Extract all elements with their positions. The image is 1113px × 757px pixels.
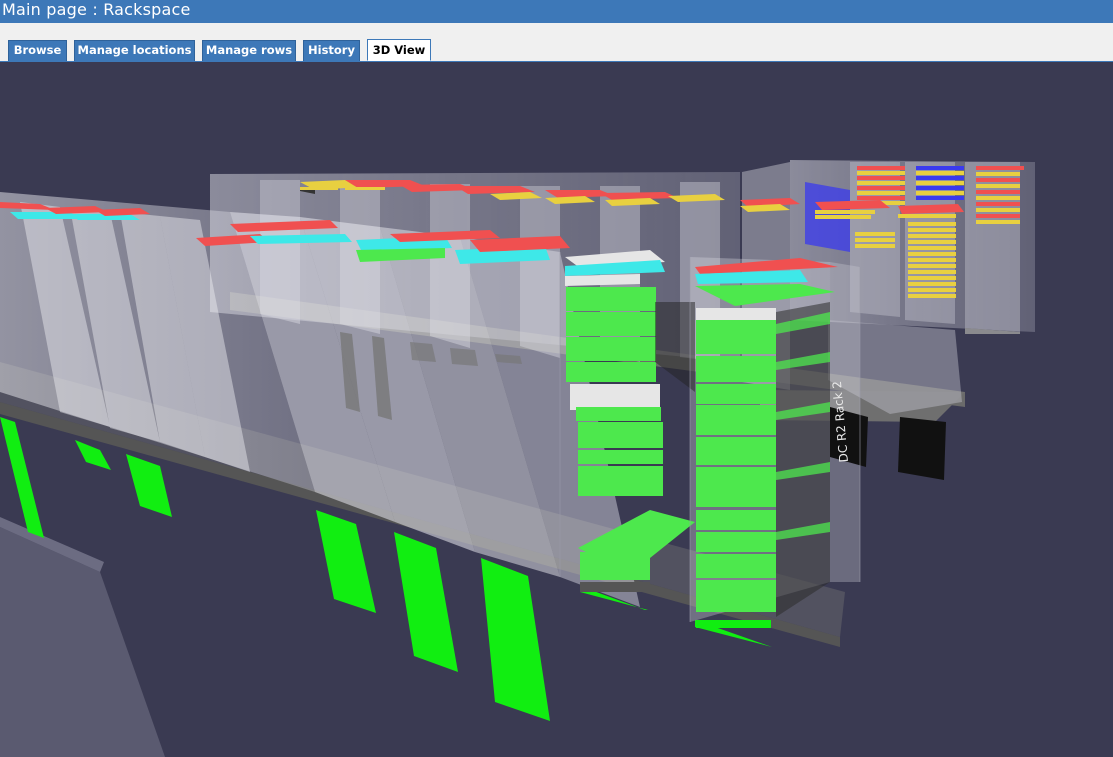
tab-3d-view[interactable]: 3D View <box>367 39 431 61</box>
tab-history[interactable]: History <box>303 40 360 61</box>
3d-scene[interactable]: DC R2 Rack 2 <box>0 62 1113 757</box>
3d-rack-viewport[interactable]: DC R2 Rack 2 <box>0 62 1113 757</box>
tab-manage-locations[interactable]: Manage locations <box>74 40 195 61</box>
tab-browse[interactable]: Browse <box>8 40 67 61</box>
rack-column-b <box>695 258 838 628</box>
tab-bar: Browse Manage locations Manage rows Hist… <box>0 23 1113 62</box>
tab-manage-rows[interactable]: Manage rows <box>202 40 296 61</box>
page-title: Main page : Rackspace <box>2 0 191 19</box>
title-bar: Main page : Rackspace <box>0 0 1113 23</box>
